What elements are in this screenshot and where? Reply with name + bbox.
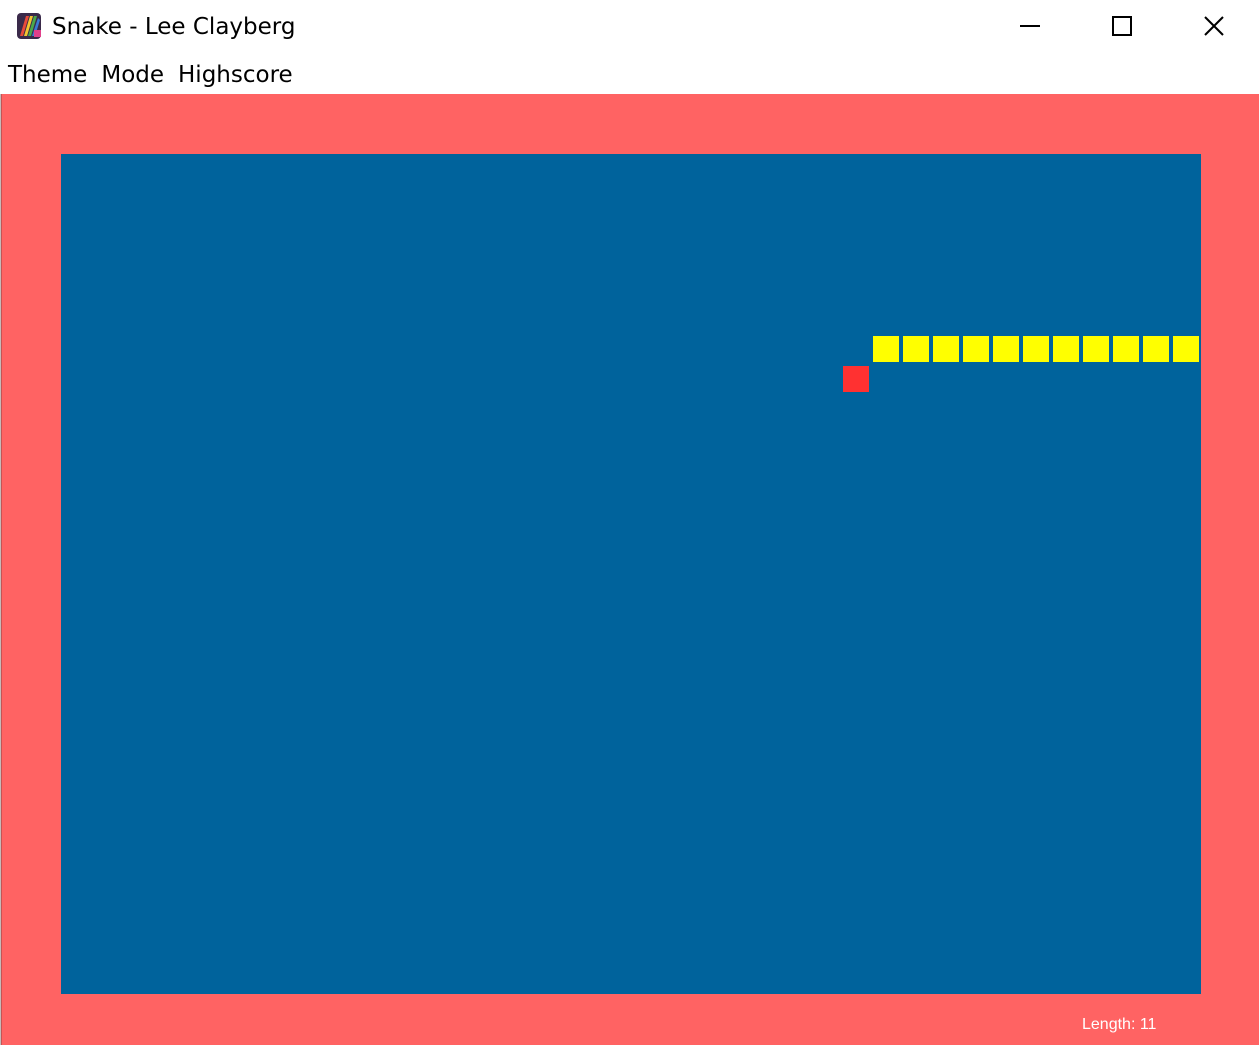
snake-segment (903, 336, 929, 362)
window-left-edge (0, 94, 2, 1045)
close-button[interactable] (1168, 0, 1259, 52)
snake-segment (1053, 336, 1079, 362)
snake-segment (993, 336, 1019, 362)
close-icon (1204, 16, 1224, 36)
maximize-icon (1112, 16, 1132, 36)
snake-segment (1173, 336, 1199, 362)
title-bar[interactable]: Snake - Lee Clayberg (0, 0, 1259, 55)
food-item (843, 366, 869, 392)
snake-segment (1143, 336, 1169, 362)
menu-highscore[interactable]: Highscore (171, 60, 300, 90)
menu-bar: Theme Mode Highscore (0, 55, 1259, 94)
snake-segment (1083, 336, 1109, 362)
snake-window: Snake - Lee Clayberg Theme Mode Highscor… (0, 0, 1259, 1045)
minimize-button[interactable] (984, 0, 1076, 52)
length-counter: Length: 11 (1082, 1016, 1157, 1033)
window-title: Snake - Lee Clayberg (52, 14, 296, 40)
menu-mode[interactable]: Mode (94, 60, 171, 90)
snake-head (873, 336, 899, 362)
snake-segment (963, 336, 989, 362)
snake-segment (1113, 336, 1139, 362)
app-icon (17, 13, 41, 39)
maximize-button[interactable] (1076, 0, 1168, 52)
snake-segment (1023, 336, 1049, 362)
game-board[interactable] (61, 154, 1201, 994)
snake-segment (933, 336, 959, 362)
menu-theme[interactable]: Theme (0, 60, 94, 90)
minimize-icon (1020, 25, 1040, 27)
